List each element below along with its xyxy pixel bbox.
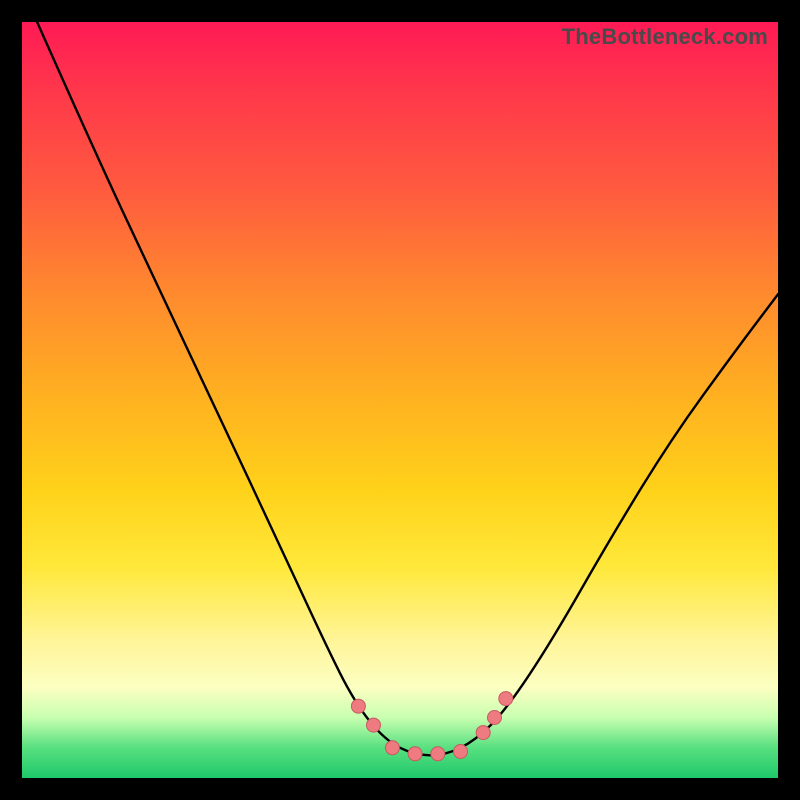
curve-marker (488, 711, 502, 725)
curve-marker (431, 747, 445, 761)
curve-marker (367, 718, 381, 732)
curve-marker (454, 745, 468, 759)
curve-marker (408, 747, 422, 761)
curve-marker (499, 692, 513, 706)
chart-frame: TheBottleneck.com (0, 0, 800, 800)
curve-marker (385, 741, 399, 755)
bottleneck-curve-svg (22, 22, 778, 778)
curve-marker (351, 699, 365, 713)
chart-plot-area: TheBottleneck.com (22, 22, 778, 778)
curve-marker (476, 726, 490, 740)
bottleneck-curve-path (37, 22, 778, 755)
